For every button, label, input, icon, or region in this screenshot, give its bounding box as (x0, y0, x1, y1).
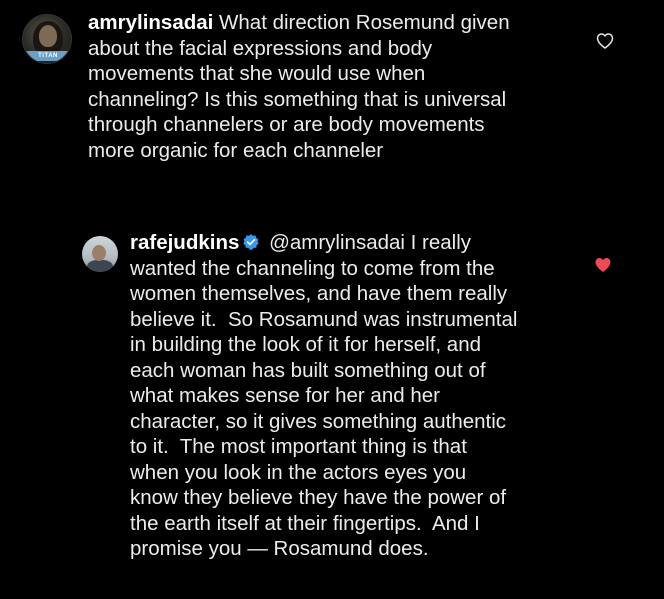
comment-line: about the facial expressions and body (88, 36, 433, 60)
reply-username[interactable]: rafejudkins (130, 231, 239, 254)
reply-line: when you look in the actors eyes you (130, 460, 467, 484)
avatar-face (92, 245, 106, 261)
comment-line: What direction Rosemund given (213, 11, 510, 34)
reply-line: women themselves, and have them really (130, 282, 508, 305)
heart-filled-icon[interactable] (593, 255, 613, 275)
avatar-shirt (87, 260, 113, 272)
reply-line: in building the look of it for herself, … (130, 333, 481, 356)
reply-line: character, so it gives something authent… (130, 409, 507, 433)
avatar[interactable] (82, 236, 118, 272)
reply-line: believe it. So Rosamund was instrumental (130, 307, 518, 331)
reply-line: each woman has built something out of (130, 358, 486, 382)
reply-line: @amrylinsadai I really (263, 231, 472, 254)
reply-line: what makes sense for her and her (130, 384, 440, 407)
reply-line: to it. The most important thing is that (130, 435, 467, 458)
heart-outline-icon[interactable] (595, 31, 615, 51)
avatar[interactable]: TITAN (22, 14, 72, 64)
comment-text: amrylinsadai What direction Rosemund giv… (88, 10, 510, 163)
comment-line: channeling? Is this something that is un… (88, 87, 507, 111)
reply-line: wanted the channeling to come from the (130, 256, 495, 280)
comment-line: movements that she would use when (88, 62, 426, 85)
comment-line: more organic for each channeler (88, 138, 384, 162)
comment-line: through channelers or are body movements (88, 113, 485, 136)
avatar-badge: TITAN (25, 51, 71, 61)
reply-line: the earth itself at their fingertips. An… (130, 511, 480, 535)
reply-text: rafejudkins @amrylinsadai I really wante… (130, 230, 517, 562)
verified-badge-icon (243, 234, 260, 250)
reply-line: promise you — Rosamund does. (130, 537, 429, 560)
avatar-face (39, 25, 57, 47)
reply-line: know they believe they have the power of (130, 486, 507, 509)
comment-username[interactable]: amrylinsadai (88, 11, 213, 34)
